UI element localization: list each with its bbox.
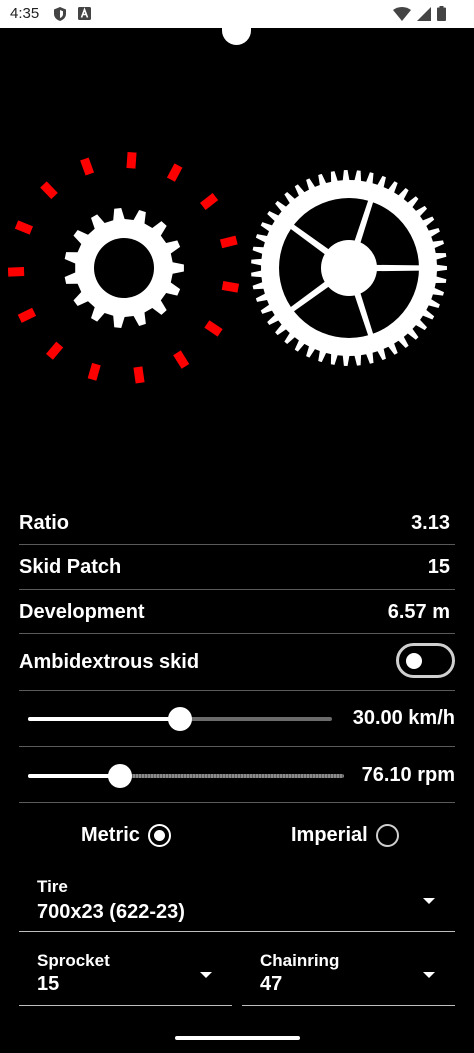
ratio-label: Ratio xyxy=(19,512,69,534)
shield-icon xyxy=(54,7,66,21)
battery-icon xyxy=(437,6,446,21)
skid-patch-mark xyxy=(221,280,240,293)
cadence-slider-fill xyxy=(28,774,120,778)
development-row: Development 6.57 m xyxy=(19,590,455,634)
skid-patch-mark xyxy=(133,366,145,384)
chainring-value: 47 xyxy=(260,973,283,995)
tire-value: 700x23 (622-23) xyxy=(37,901,185,923)
development-label: Development xyxy=(19,601,145,623)
chainring-hub xyxy=(321,240,377,296)
skid-patch-label: Skid Patch xyxy=(19,556,122,578)
cadence-value: 76.10 rpm xyxy=(361,764,455,786)
chevron-down-icon xyxy=(423,898,435,904)
cadence-row: 76.10 rpm xyxy=(19,747,455,803)
metric-option[interactable]: Metric xyxy=(81,824,171,847)
imperial-radio[interactable] xyxy=(375,824,399,847)
chainring-label: Chainring xyxy=(260,951,340,970)
skid-patch-mark xyxy=(219,235,238,249)
skid-patch-mark xyxy=(173,350,190,369)
skid-patch-mark xyxy=(40,181,58,200)
chevron-down-icon xyxy=(200,972,212,978)
development-value: 6.57 m xyxy=(387,601,450,623)
chainring-dropdown[interactable]: Chainring 47 xyxy=(242,940,455,1006)
speed-row: 30.00 km/h xyxy=(19,691,455,747)
sprocket-value: 15 xyxy=(37,973,60,995)
gear-illustration xyxy=(7,152,447,384)
skid-patch-mark xyxy=(204,320,223,337)
cadence-slider-thumb[interactable] xyxy=(108,764,132,788)
ambidextrous-toggle[interactable] xyxy=(396,643,455,678)
status-notification-icons xyxy=(54,7,91,21)
cadence-slider[interactable] xyxy=(28,764,344,788)
skid-patch-value: 15 xyxy=(427,556,450,578)
status-time: 4:35 xyxy=(10,5,40,22)
skid-patch-mark xyxy=(46,341,64,360)
skid-patch-row: Skid Patch 15 xyxy=(19,545,455,590)
skid-patch-mark xyxy=(166,163,183,182)
imperial-option[interactable]: Imperial xyxy=(291,824,399,847)
speed-slider[interactable] xyxy=(28,707,332,731)
speed-value: 30.00 km/h xyxy=(352,707,455,729)
status-system-icons xyxy=(393,6,446,21)
chainring-gear-icon xyxy=(251,170,447,366)
speed-slider-thumb[interactable] xyxy=(168,707,192,731)
skid-patch-mark xyxy=(126,152,137,169)
tire-dropdown[interactable]: Tire 700x23 (622-23) xyxy=(19,866,455,932)
imperial-label: Imperial xyxy=(291,824,368,846)
ambidextrous-row: Ambidextrous skid xyxy=(19,634,455,691)
skid-patch-mark xyxy=(14,220,34,235)
skid-patch-mark xyxy=(7,267,25,277)
metric-radio[interactable] xyxy=(147,824,171,847)
camera-cutout xyxy=(222,20,251,45)
chevron-down-icon xyxy=(423,972,435,978)
sprocket-gear-icon xyxy=(64,208,184,328)
ratio-row: Ratio 3.13 xyxy=(19,500,455,545)
skid-patch-mark xyxy=(200,193,219,210)
toggle-knob xyxy=(406,653,422,669)
ratio-value: 3.13 xyxy=(411,512,450,534)
metric-label: Metric xyxy=(81,824,140,846)
speed-slider-fill xyxy=(28,717,180,721)
sprocket-hole xyxy=(94,238,154,298)
wifi-icon xyxy=(393,6,411,21)
sprocket-dropdown[interactable]: Sprocket 15 xyxy=(19,940,232,1006)
skid-patch-mark xyxy=(87,362,101,381)
font-a-icon xyxy=(78,7,91,20)
sprocket-label: Sprocket xyxy=(37,951,110,970)
ambidextrous-label: Ambidextrous skid xyxy=(19,651,200,673)
skid-patch-mark xyxy=(17,307,37,323)
tire-label: Tire xyxy=(37,877,68,896)
home-indicator[interactable] xyxy=(175,1036,300,1040)
skid-patch-mark xyxy=(80,157,95,176)
signal-icon xyxy=(417,6,431,21)
